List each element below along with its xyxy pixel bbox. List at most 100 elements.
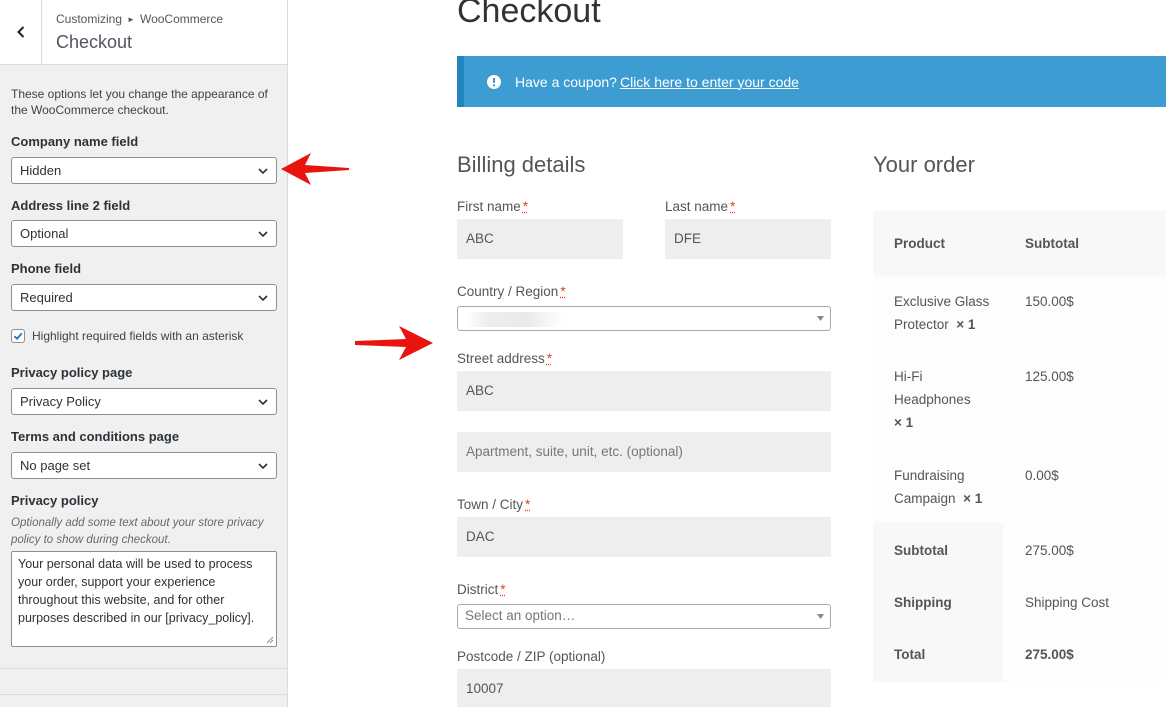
district-label-text: District xyxy=(457,582,498,597)
coupon-notice: Have a coupon? Click here to enter your … xyxy=(457,56,1166,107)
item-qty: × 1 xyxy=(894,415,913,430)
caret-down-icon xyxy=(817,614,824,619)
privacy-policy-text: Your personal data will be used to proce… xyxy=(18,557,254,625)
country-label: Country / Region * xyxy=(457,284,566,299)
first-name-input[interactable]: ABC xyxy=(457,219,623,259)
privacy-page-label: Privacy policy page xyxy=(11,365,132,380)
breadcrumb-parent: Customizing xyxy=(56,12,122,26)
terms-page-label: Terms and conditions page xyxy=(11,429,179,444)
address2-field-label: Address line 2 field xyxy=(11,198,130,213)
subtotal-value: 275.00$ xyxy=(1025,539,1074,562)
first-name-label-text: First name xyxy=(457,199,521,214)
required-mark: * xyxy=(500,582,505,597)
breadcrumb-section: WooCommerce xyxy=(140,12,223,26)
privacy-policy-textarea[interactable]: Your personal data will be used to proce… xyxy=(11,551,277,647)
customizer-header: Customizing ► WooCommerce Checkout xyxy=(0,0,287,65)
back-button[interactable] xyxy=(0,0,42,64)
breadcrumb: Customizing ► WooCommerce xyxy=(56,12,223,26)
address2-field-select[interactable]: Optional xyxy=(11,220,277,247)
order-item-price: 125.00$ xyxy=(1025,365,1074,388)
last-name-input[interactable]: DFE xyxy=(665,219,831,259)
divider xyxy=(0,668,287,669)
item-qty: × 1 xyxy=(963,491,982,506)
resize-handle-icon[interactable] xyxy=(266,636,274,644)
country-value-redacted xyxy=(466,312,564,327)
required-mark: * xyxy=(525,497,530,512)
item-name-line: Exclusive Glass xyxy=(894,294,989,309)
arrow-left-icon xyxy=(281,152,351,186)
company-field-value: Hidden xyxy=(20,163,61,178)
street-label-text: Street address xyxy=(457,351,545,366)
phone-field-label: Phone field xyxy=(11,261,81,276)
info-icon xyxy=(487,75,501,89)
terms-page-value: No page set xyxy=(20,458,90,473)
checkmark-icon xyxy=(12,330,24,342)
privacy-page-value: Privacy Policy xyxy=(20,394,101,409)
panel-description: These options let you change the appeara… xyxy=(11,86,277,118)
order-item-price: 150.00$ xyxy=(1025,290,1074,313)
customizer-sidebar: Customizing ► WooCommerce Checkout These o… xyxy=(0,0,288,707)
panel-title: Checkout xyxy=(56,32,132,53)
required-mark: * xyxy=(523,199,528,214)
highlight-required-row: Highlight required fields with an asteri… xyxy=(11,329,243,343)
company-field-label: Company name field xyxy=(11,134,138,149)
privacy-policy-hint: Optionally add some text about your stor… xyxy=(11,515,277,549)
order-item-name: Exclusive Glass Protector × 1 xyxy=(894,290,1014,336)
country-select[interactable] xyxy=(457,306,831,331)
chevron-down-icon xyxy=(257,397,269,407)
postcode-label: Postcode / ZIP (optional) xyxy=(457,649,605,664)
chevron-down-icon xyxy=(257,229,269,239)
postcode-input[interactable]: 10007 xyxy=(457,669,831,707)
privacy-policy-label: Privacy policy xyxy=(11,493,98,508)
city-input[interactable]: DAC xyxy=(457,517,831,557)
highlight-required-checkbox[interactable] xyxy=(11,329,25,343)
item-qty: × 1 xyxy=(956,317,975,332)
district-select[interactable]: Select an option… xyxy=(457,604,831,629)
col-subtotal: Subtotal xyxy=(1025,236,1079,251)
country-label-text: Country / Region xyxy=(457,284,558,299)
page-title: Checkout xyxy=(457,0,601,31)
item-name-line: Headphones xyxy=(894,392,971,407)
chevron-down-icon xyxy=(257,293,269,303)
terms-page-select[interactable]: No page set xyxy=(11,452,277,479)
privacy-page-select[interactable]: Privacy Policy xyxy=(11,388,277,415)
item-name-line: Fundraising xyxy=(894,468,965,483)
arrow-right-icon xyxy=(355,325,433,361)
required-mark: * xyxy=(730,199,735,214)
coupon-text: Have a coupon? xyxy=(515,74,617,90)
item-name-line: Protector xyxy=(894,317,949,332)
subtotal-label: Subtotal xyxy=(894,543,948,558)
back-chevron-icon xyxy=(15,25,27,39)
shipping-label: Shipping xyxy=(894,595,952,610)
street-label: Street address * xyxy=(457,351,552,366)
col-product: Product xyxy=(894,236,945,251)
order-item-price: 0.00$ xyxy=(1025,464,1059,487)
item-name-line: Hi-Fi xyxy=(894,369,923,384)
breadcrumb-separator-icon: ► xyxy=(127,15,135,24)
total-value: 275.00$ xyxy=(1025,647,1074,662)
district-placeholder: Select an option… xyxy=(465,608,575,623)
street-input[interactable]: ABC xyxy=(457,371,831,411)
apartment-input[interactable]: Apartment, suite, unit, etc. (optional) xyxy=(457,432,831,472)
order-heading: Your order xyxy=(873,152,975,178)
last-name-label-text: Last name xyxy=(665,199,728,214)
chevron-down-icon xyxy=(257,461,269,471)
divider xyxy=(0,694,287,695)
caret-down-icon xyxy=(817,316,824,321)
address2-field-value: Optional xyxy=(20,226,68,241)
customizer-controls: These options let you change the appeara… xyxy=(11,86,277,118)
city-label: Town / City * xyxy=(457,497,530,512)
billing-heading: Billing details xyxy=(457,152,585,178)
phone-field-select[interactable]: Required xyxy=(11,284,277,311)
highlight-required-label: Highlight required fields with an asteri… xyxy=(32,329,243,343)
item-name-line: Campaign xyxy=(894,491,956,506)
coupon-link[interactable]: Click here to enter your code xyxy=(620,74,799,90)
order-item-name: Fundraising Campaign × 1 xyxy=(894,464,1014,510)
city-label-text: Town / City xyxy=(457,497,523,512)
order-review-table: Product Subtotal Exclusive Glass Protect… xyxy=(873,211,1166,682)
required-mark: * xyxy=(560,284,565,299)
shipping-value: Shipping Cost xyxy=(1025,591,1109,614)
company-field-select[interactable]: Hidden xyxy=(11,157,277,184)
chevron-down-icon xyxy=(257,166,269,176)
total-label: Total xyxy=(894,647,925,662)
